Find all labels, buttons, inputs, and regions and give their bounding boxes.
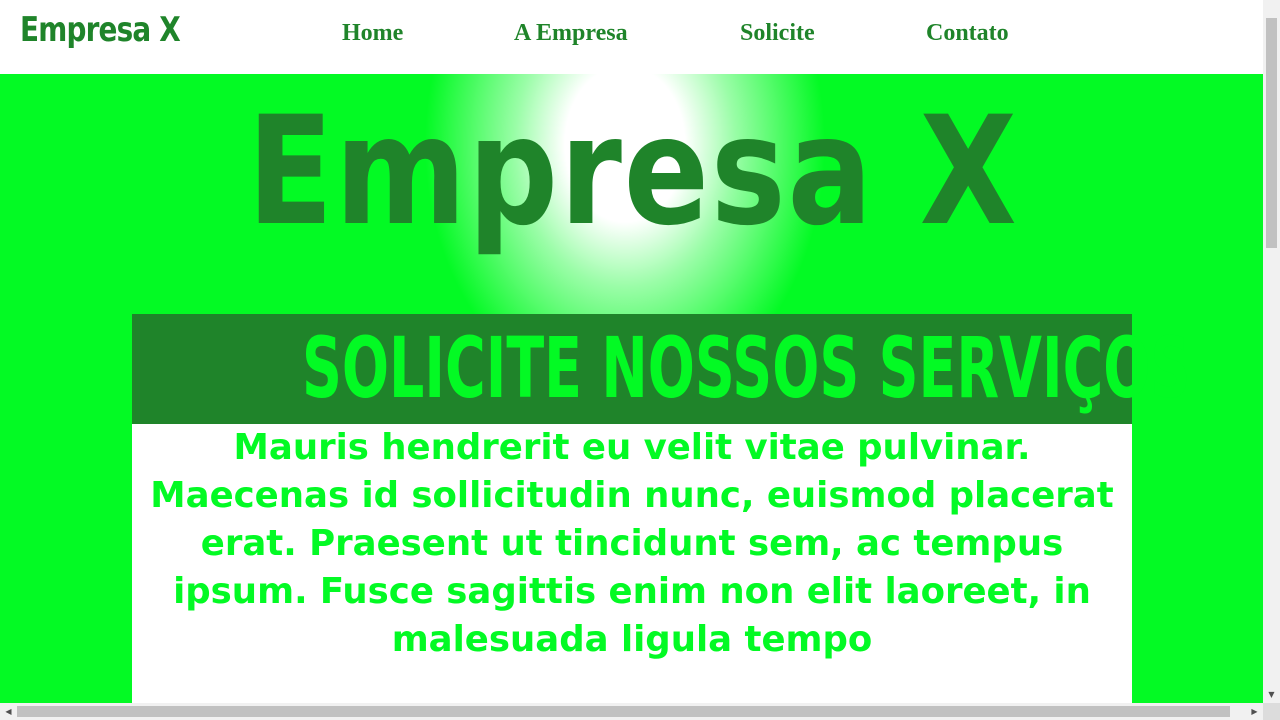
vertical-scrollbar-thumb[interactable]	[1266, 18, 1277, 248]
hero-section: Empresa X	[0, 74, 1263, 314]
nav-link-solicite[interactable]: Solicite	[740, 20, 815, 47]
services-heading: SOLICITE NOSSOS SERVIÇOS	[302, 319, 1191, 417]
arrow-right-icon[interactable]: ▶	[1246, 703, 1263, 720]
horizontal-scrollbar-thumb[interactable]	[17, 706, 1230, 717]
nav-link-home[interactable]: Home	[342, 20, 403, 47]
arrow-left-icon[interactable]: ◀	[0, 703, 17, 720]
arrow-down-icon[interactable]: ▼	[1263, 686, 1280, 703]
services-header: SOLICITE NOSSOS SERVIÇOS	[132, 314, 1191, 424]
horizontal-scrollbar[interactable]: ◀ ▶	[0, 703, 1263, 720]
nav-link-contato[interactable]: Contato	[926, 20, 1009, 47]
nav-link-a-empresa[interactable]: A Empresa	[514, 20, 628, 47]
services-card: SOLICITE NOSSOS SERVIÇOS Mauris hendreri…	[132, 314, 1191, 703]
scrollbar-corner	[1263, 703, 1280, 720]
vertical-scrollbar[interactable]: ▼	[1263, 0, 1280, 703]
top-navigation-bar: Empresa X Home A Empresa Solicite Contat…	[0, 0, 1263, 74]
services-description: Mauris hendrerit eu velit vitae pulvinar…	[150, 427, 1114, 660]
hero-title: Empresa X	[247, 85, 1019, 259]
page-viewport: Empresa X Home A Empresa Solicite Contat…	[0, 0, 1263, 703]
brand-logo[interactable]: Empresa X	[20, 10, 181, 50]
